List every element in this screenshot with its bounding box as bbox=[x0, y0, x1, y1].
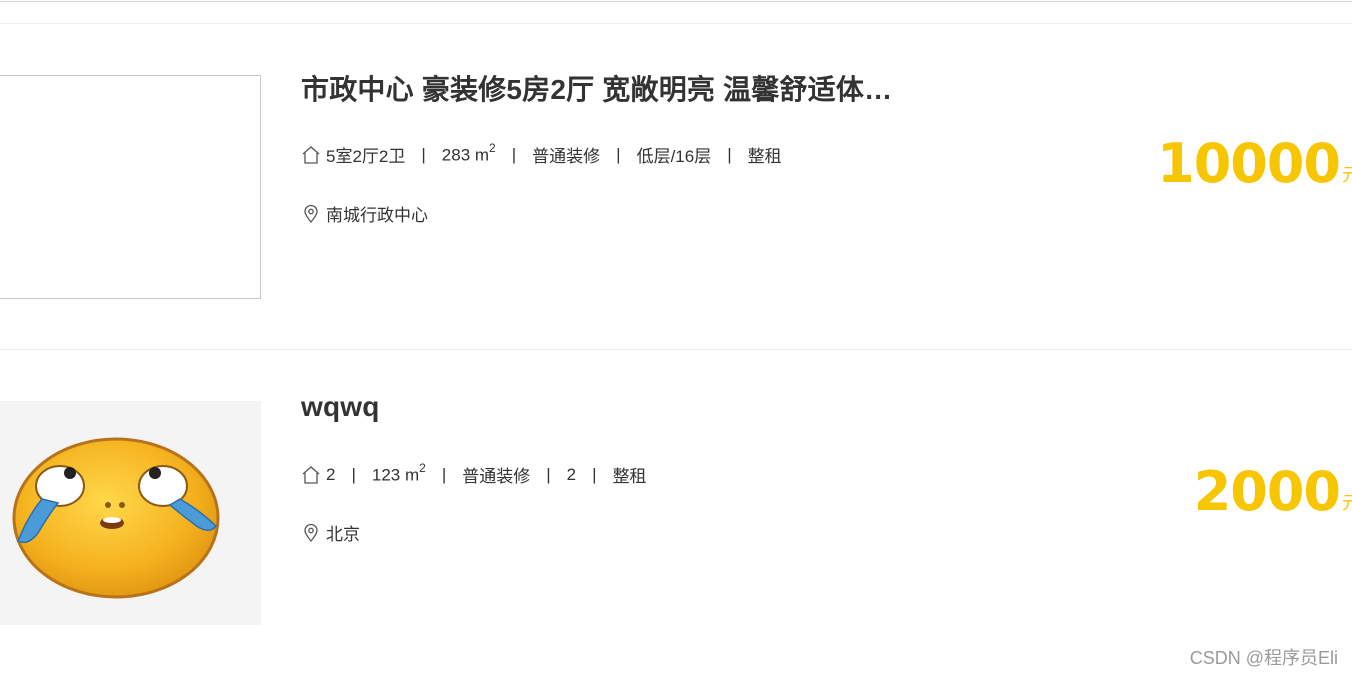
crying-emoji-image bbox=[12, 437, 220, 599]
listing-meta: 5室2厅2卫 | 283 m2 | 普通装修 | 低层/16层 | 整租 bbox=[301, 141, 782, 167]
top-divider bbox=[0, 1, 1352, 2]
area-text: 283 m2 bbox=[441, 141, 496, 165]
listing-price: 2000 bbox=[1193, 460, 1341, 523]
rent-type-text: 整租 bbox=[612, 467, 647, 486]
floor-text: 低层/16层 bbox=[636, 147, 712, 166]
separator: | bbox=[727, 144, 732, 164]
area-text: 123 m2 bbox=[371, 461, 426, 485]
listing-title[interactable]: 市政中心 豪装修5房2厅 宽敞明亮 温馨舒适体… bbox=[301, 68, 892, 108]
rent-type-text: 整租 bbox=[747, 147, 782, 166]
location-pin-icon bbox=[301, 523, 321, 543]
floor-text: 2 bbox=[566, 464, 577, 484]
location-text: 北京 bbox=[326, 525, 360, 544]
layout-text: 2 bbox=[326, 464, 336, 484]
separator: | bbox=[546, 464, 551, 484]
listing-page: 市政中心 豪装修5房2厅 宽敞明亮 温馨舒适体… 5室2厅2卫 | 283 m2… bbox=[0, 0, 1352, 673]
separator: | bbox=[511, 144, 517, 164]
separator: | bbox=[421, 144, 426, 164]
listing-title[interactable]: wqwq bbox=[301, 391, 380, 423]
location-text: 南城行政中心 bbox=[326, 206, 428, 225]
listing-price: 10000 bbox=[1157, 132, 1341, 195]
separator: | bbox=[351, 464, 356, 484]
listing-thumbnail[interactable] bbox=[0, 75, 261, 299]
price-unit: 元 bbox=[1342, 165, 1352, 185]
separator: | bbox=[616, 144, 621, 164]
watermark-text: CSDN @程序员Eli bbox=[1189, 648, 1338, 668]
listing-item[interactable]: 市政中心 豪装修5房2厅 宽敞明亮 温馨舒适体… 5室2厅2卫 | 283 m2… bbox=[0, 23, 1352, 350]
house-icon bbox=[301, 145, 321, 165]
separator: | bbox=[592, 464, 597, 484]
listing-meta: 2 | 123 m2 | 普通装修 | 2 | 整租 bbox=[301, 461, 647, 487]
price-unit: 元 bbox=[1342, 493, 1352, 513]
listing-location: 北京 bbox=[301, 520, 360, 545]
decoration-text: 普通装修 bbox=[532, 147, 601, 166]
listing-location: 南城行政中心 bbox=[301, 201, 428, 226]
layout-text: 5室2厅2卫 bbox=[326, 147, 406, 166]
listing-thumbnail[interactable] bbox=[0, 401, 261, 625]
house-icon bbox=[301, 465, 321, 485]
decoration-text: 普通装修 bbox=[462, 467, 531, 486]
listing-item[interactable]: wqwq 2 | 123 m2 | 普通装修 | 2 | 整租 北京 2000 … bbox=[0, 349, 1352, 650]
location-pin-icon bbox=[301, 204, 321, 224]
separator: | bbox=[441, 464, 447, 484]
